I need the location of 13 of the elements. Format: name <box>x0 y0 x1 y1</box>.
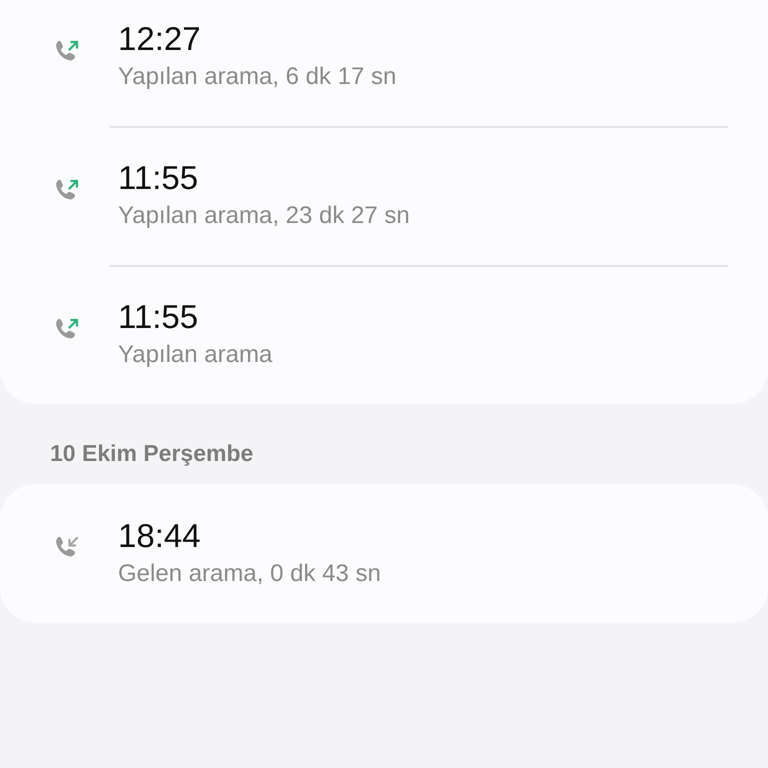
call-details: Yapılan arama <box>118 340 272 370</box>
call-time: 12:27 <box>118 19 202 59</box>
call-entry[interactable]: 18:44 Gelen arama, 0 dk 43 sn <box>0 484 768 622</box>
call-details: Gelen arama, 0 dk 43 sn <box>118 558 381 588</box>
call-time: 11:55 <box>118 158 200 198</box>
date-header: 10 Ekim Perşembe <box>50 440 254 466</box>
call-entry[interactable]: 11:55 Yapılan arama <box>0 265 768 404</box>
call-entry[interactable]: 12:27 Yapılan arama, 6 dk 17 sn <box>0 0 768 126</box>
call-details: Yapılan arama, 23 dk 27 sn <box>118 201 410 231</box>
call-entry[interactable]: 11:55 Yapılan arama, 23 dk 27 sn <box>0 126 768 265</box>
call-details: Yapılan arama, 6 dk 17 sn <box>118 62 396 92</box>
call-time: 18:44 <box>118 516 202 556</box>
call-time: 11:55 <box>118 297 200 337</box>
